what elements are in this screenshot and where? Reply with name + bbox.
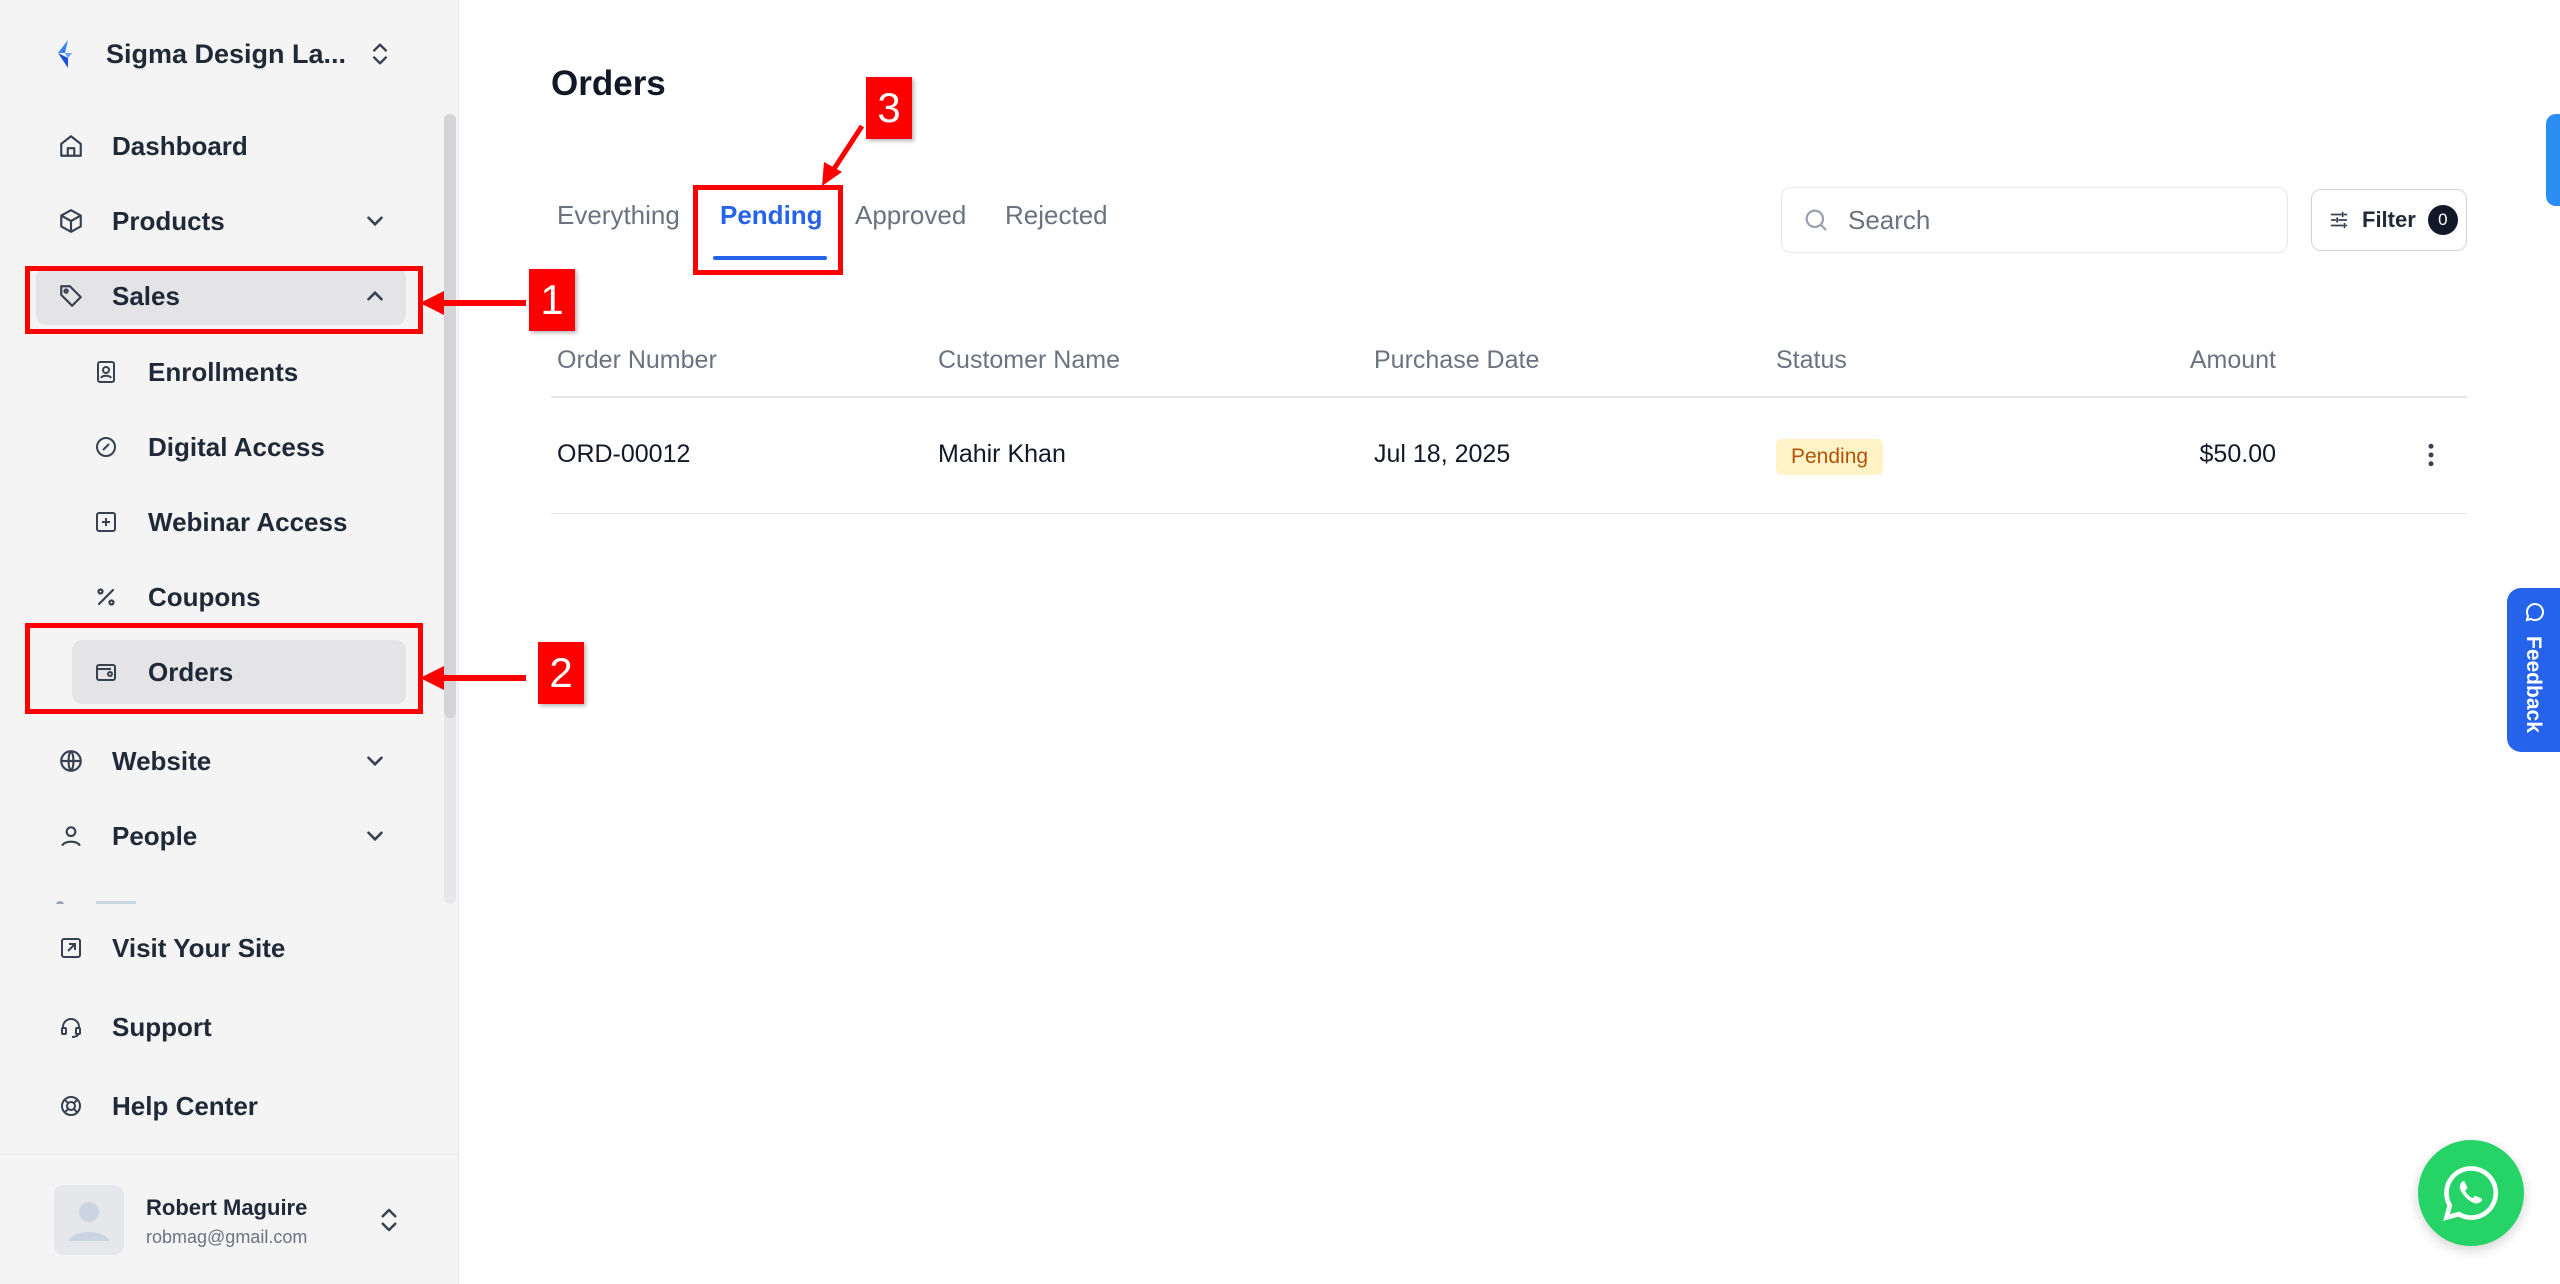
chevron-down-icon	[367, 216, 383, 227]
external-link-icon	[56, 933, 86, 963]
sidebar-item-people[interactable]: People	[36, 807, 406, 865]
annotation-box-sales	[25, 266, 423, 334]
table-header-divider	[551, 396, 2467, 398]
column-header-customer-name[interactable]: Customer Name	[938, 346, 1120, 375]
column-header-status[interactable]: Status	[1776, 346, 1847, 375]
whatsapp-chat-button[interactable]	[2418, 1140, 2524, 1246]
sidebar-subitem-enrollments[interactable]: Enrollments	[72, 340, 406, 404]
filter-label: Filter	[2362, 207, 2416, 232]
whatsapp-icon	[2443, 1166, 2499, 1221]
sidebar-item-label: Website	[112, 745, 212, 776]
sidebar-subitem-label: Webinar Access	[148, 506, 348, 537]
support-label: Support	[112, 1011, 212, 1042]
sidebar-item-label: People	[112, 820, 198, 851]
annotation-arrow-2	[420, 666, 526, 690]
sidebar-item-label: Products	[112, 205, 225, 236]
avatar	[54, 1185, 124, 1255]
contact-card-icon	[92, 358, 120, 386]
sidebar-item-website[interactable]: Website	[36, 732, 406, 790]
support-link[interactable]: Support	[36, 998, 406, 1056]
annotation-box-orders	[25, 623, 423, 714]
filter-button[interactable]: Filter 0	[2311, 189, 2467, 251]
sidebar-item-dashboard[interactable]: Dashboard	[36, 117, 406, 175]
amount-cell: $50.00	[2199, 440, 2276, 468]
search-box[interactable]	[1781, 187, 2288, 253]
filter-count-badge: 0	[2427, 205, 2458, 235]
visit-site-label: Visit Your Site	[112, 932, 286, 963]
chevron-up-down-icon	[373, 43, 387, 65]
box-icon	[56, 206, 86, 236]
chevron-down-icon	[367, 756, 383, 767]
sidebar-subitem-digital-access[interactable]: Digital Access	[72, 415, 406, 479]
user-icon	[56, 821, 86, 851]
percent-icon	[92, 583, 120, 611]
plus-square-icon	[92, 508, 120, 536]
column-header-amount[interactable]: Amount	[2160, 346, 2276, 375]
annotation-arrow-3	[822, 124, 865, 186]
help-center-label: Help Center	[112, 1090, 258, 1121]
search-input[interactable]	[1848, 204, 2268, 236]
side-edge-tab[interactable]	[2546, 114, 2560, 206]
order-number-cell: ORD-00012	[557, 440, 691, 468]
annotation-number-3: 3	[866, 77, 912, 139]
headset-icon	[56, 1012, 86, 1042]
sidebar-subitem-label: Digital Access	[148, 431, 325, 462]
chevron-up-down-icon	[381, 1208, 397, 1232]
feedback-button[interactable]: Feedback	[2507, 588, 2560, 752]
sidebar-subitem-label: Enrollments	[148, 356, 299, 387]
visit-site-link[interactable]: Visit Your Site	[36, 919, 406, 977]
status-badge: Pending	[1776, 439, 1884, 475]
tab-approved[interactable]: Approved	[855, 200, 966, 231]
annotation-arrow-1	[420, 291, 526, 315]
sliders-icon	[2330, 211, 2348, 229]
tab-rejected[interactable]: Rejected	[1005, 200, 1108, 231]
sidebar-scrollbar-thumb[interactable]	[444, 114, 456, 718]
workspace-switcher[interactable]: Sigma Design La...	[48, 28, 408, 80]
sidebar-subitem-label: Coupons	[148, 581, 261, 612]
chevron-down-icon	[367, 831, 383, 842]
page-title: Orders	[551, 64, 666, 103]
column-header-order-number[interactable]: Order Number	[557, 346, 717, 375]
lifebuoy-icon	[56, 1091, 86, 1121]
sidebar-subitem-coupons[interactable]: Coupons	[72, 565, 406, 629]
chat-bubble-icon	[2525, 603, 2544, 622]
sidebar-item-label: Dashboard	[112, 130, 248, 161]
feedback-label: Feedback	[2522, 636, 2545, 733]
more-vertical-icon[interactable]	[2416, 440, 2446, 470]
user-email: robmag@gmail.com	[146, 1227, 308, 1247]
tab-everything[interactable]: Everything	[557, 200, 680, 231]
table-row-divider	[551, 513, 2467, 514]
gauge-icon	[92, 433, 120, 461]
sidebar-subitem-webinar-access[interactable]: Webinar Access	[72, 490, 406, 554]
customer-name-cell: Mahir Khan	[938, 440, 1066, 468]
sidebar-item-products[interactable]: Products	[36, 192, 406, 250]
workspace-name: Sigma Design La...	[106, 38, 347, 69]
annotation-box-pending-tab	[693, 185, 843, 275]
user-name: Robert Maguire	[146, 1195, 308, 1220]
help-center-link[interactable]: Help Center	[36, 1077, 406, 1135]
annotation-number-1: 1	[529, 269, 575, 331]
column-header-purchase-date[interactable]: Purchase Date	[1374, 346, 1539, 375]
home-icon	[56, 131, 86, 161]
purchase-date-cell: Jul 18, 2025	[1374, 440, 1511, 468]
sidebar-item-clipped	[56, 896, 176, 904]
annotation-number-2: 2	[538, 642, 584, 704]
globe-icon	[56, 746, 86, 776]
search-icon	[1805, 209, 1827, 231]
user-menu[interactable]: Robert Maguire robmag@gmail.com	[0, 1154, 459, 1284]
brand-logo-icon	[58, 40, 72, 68]
